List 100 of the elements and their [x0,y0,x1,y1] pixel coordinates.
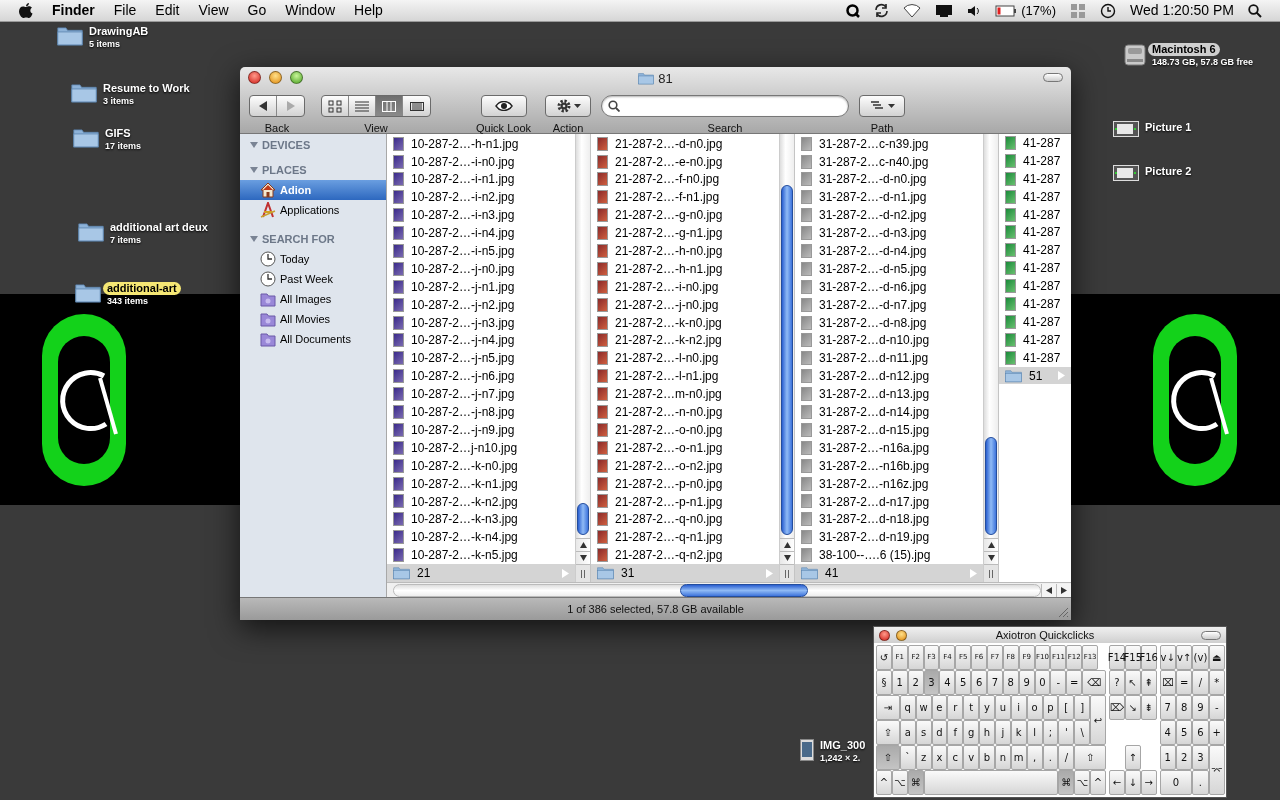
file-row[interactable]: 31-287-2…d-n11.jpg [795,349,983,368]
keyboard-key[interactable]: h [979,720,995,745]
zoom-button[interactable] [290,71,303,84]
folder-icon[interactable] [73,127,99,149]
file-row[interactable]: 31-287-2…-d-n2.jpg [795,206,983,225]
desktop-icon-label[interactable]: GIFS [101,127,135,140]
scroll-up-button[interactable] [780,538,794,551]
toolbar-toggle-button[interactable] [1043,73,1063,82]
screenshot-icon[interactable] [1113,165,1139,181]
apple-icon[interactable] [19,2,33,19]
keyboard-key[interactable]: 9 [1192,695,1209,720]
file-row[interactable]: 10-287-2…-j-n3.jpg [387,313,575,332]
file-row[interactable]: 10-287-2…-j-n4.jpg [387,331,575,350]
folder-row[interactable]: 41 [795,564,983,582]
keyboard-key[interactable]: r [947,695,964,720]
keyboard-key[interactable]: - [1050,670,1067,695]
file-row[interactable]: 41-287 [999,169,1071,188]
vertical-scrollbar[interactable] [779,134,794,582]
file-row[interactable]: 31-287-2…-d-n3.jpg [795,224,983,243]
file-row[interactable]: 41-287 [999,223,1071,242]
file-row[interactable]: 31-287-2…d-n13.jpg [795,385,983,404]
keyboard-key[interactable]: 0 [1159,770,1193,795]
keyboard-key[interactable]: ⇥ [876,695,900,720]
file-row[interactable]: 10-287-2…-i-n3.jpg [387,206,575,225]
file-row[interactable]: 21-287-2…-f-n0.jpg [591,170,779,189]
keyboard-key[interactable]: \ [1074,720,1091,745]
file-row[interactable]: 10-287-2…-i-n4.jpg [387,224,575,243]
app-menu[interactable]: Finder [52,0,95,21]
keyboard-key[interactable]: 7 [1159,695,1176,720]
scroll-up-button[interactable] [984,538,998,551]
file-row[interactable]: 31-287-2…-n16a.jpg [795,438,983,457]
file-row[interactable]: 21-287-2…-k-n0.jpg [591,313,779,332]
folder-row[interactable]: 31 [591,564,779,582]
scroll-left-button[interactable] [1041,583,1056,597]
sidebar-item[interactable]: All Documents [240,329,386,349]
menu-item[interactable]: File [113,0,137,21]
file-row[interactable]: 21-287-2…-h-n0.jpg [591,242,779,260]
scroll-down-button[interactable] [576,551,590,564]
file-row[interactable]: 21-287-2…-j-n0.jpg [591,295,779,314]
file-row[interactable]: 21-287-2…-f-n1.jpg [591,188,779,207]
keyboard-key[interactable]: ' [1058,720,1075,745]
keyboard-key[interactable]: = [1066,670,1083,695]
keyboard-key[interactable]: 3 [1192,745,1209,770]
keyboard-key[interactable]: ↺ [876,645,892,670]
file-row[interactable]: 21-287-2…m-n0.jpg [591,385,779,404]
column-resize-handle[interactable] [780,564,794,582]
wifi-icon[interactable] [903,3,922,18]
file-row[interactable]: 31-287-2…-d-n5.jpg [795,259,983,278]
file-row[interactable]: 10-287-2…-i-n0.jpg [387,152,575,171]
file-row[interactable]: 10-287-2…-j-n6.jpg [387,367,575,386]
file-row[interactable]: 31-287-2…-n16b.jpg [795,456,983,475]
sidebar-item[interactable]: Today [240,249,386,269]
file-row[interactable]: 10-287-2…-i-n5.jpg [387,242,575,260]
disclosure-triangle-icon[interactable] [250,166,258,174]
sidebar-item[interactable]: All Movies [240,309,386,329]
scroll-right-button[interactable] [1056,583,1071,597]
disclosure-triangle-icon[interactable] [250,141,258,149]
quick-look-button[interactable] [480,95,527,117]
file-row[interactable]: 10-287-2…-k-n5.jpg [387,546,575,565]
keyboard-key[interactable]: F16 [1140,645,1157,670]
disclosure-triangle-icon[interactable] [250,235,258,243]
hard-drive-icon[interactable] [1124,43,1146,67]
sidebar-item[interactable]: All Images [240,289,386,309]
desktop-icon-label[interactable]: Macintosh 6 [1148,43,1220,56]
file-row[interactable]: 10-287-2…-j-n7.jpg [387,385,575,404]
desktop-icon-label[interactable]: additional-art [103,282,181,295]
volume-icon[interactable] [967,4,982,17]
keyboard-key[interactable]: F14 [1109,645,1125,670]
keyboard-key[interactable]: ^ [1090,770,1106,795]
scroll-up-button[interactable] [576,538,590,551]
file-row[interactable]: 31-287-2…-d-n8.jpg [795,313,983,332]
file-row[interactable]: 21-287-2…-p-n1.jpg [591,492,779,511]
file-row[interactable]: 31-287-2…c-n40.jpg [795,152,983,171]
close-button[interactable] [879,629,890,641]
keyboard-key[interactable]: ⌫ [1082,670,1106,695]
keyboard-key[interactable]: ⇧ [1074,745,1106,770]
keyboard-key[interactable]: ^ [876,770,892,795]
image-file-icon[interactable] [800,739,814,761]
desktop-icon-label[interactable]: Resume to Work [99,82,194,95]
file-row[interactable]: 41-287 [999,348,1071,367]
file-row[interactable]: 41-287 [999,295,1071,313]
scroll-down-button[interactable] [780,551,794,564]
folder-icon[interactable] [75,282,101,304]
file-row[interactable]: 21-287-2…-o-n1.jpg [591,438,779,457]
file-row[interactable]: 10-287-2…-j-n0.jpg [387,259,575,278]
file-row[interactable]: 21-287-2…-q-n2.jpg [591,546,779,565]
file-row[interactable]: 10-287-2…-i-n2.jpg [387,188,575,207]
sidebar-item[interactable]: Adion [240,180,386,200]
keyboard-key[interactable]: y [979,695,995,720]
menu-item[interactable]: View [198,0,229,21]
desktop-icon-label[interactable]: additional art deux [106,221,212,234]
file-row[interactable]: 31-287-2…d-n15.jpg [795,421,983,439]
close-button[interactable] [248,71,261,84]
file-row[interactable]: 10-287-2…-j-n2.jpg [387,295,575,314]
minimize-button[interactable] [896,629,907,641]
keyboard-key[interactable]: ⇧ [876,745,900,770]
desktop-icon-label[interactable]: IMG_300 [816,739,870,752]
file-row[interactable]: 21-287-2…-q-n1.jpg [591,528,779,547]
file-row[interactable]: 41-287 [999,277,1071,295]
file-row[interactable]: 10-287-2…-k-n3.jpg [387,510,575,529]
